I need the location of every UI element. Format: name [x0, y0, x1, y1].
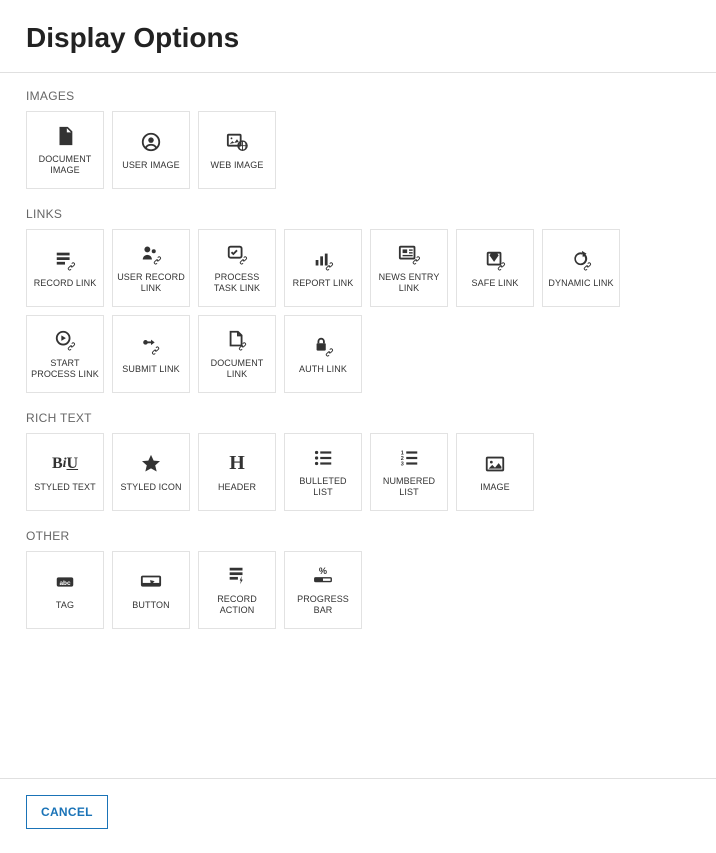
tile-document-link[interactable]: DOCUMENT LINK	[198, 315, 276, 393]
tile-document-image[interactable]: DOCUMENT IMAGE	[26, 111, 104, 189]
start-process-link-icon	[53, 328, 77, 352]
tile-submit-link[interactable]: SUBMIT LINK	[112, 315, 190, 393]
bulleted-list-icon	[311, 446, 335, 470]
tile-label: REPORT LINK	[293, 278, 354, 289]
news-entry-link-icon	[397, 242, 421, 266]
tile-label: STYLED TEXT	[34, 482, 95, 493]
tile-web-image[interactable]: WEB IMAGE	[198, 111, 276, 189]
section-header-links: LINKS	[26, 207, 690, 221]
web-image-icon	[225, 130, 249, 154]
dynamic-link-icon	[569, 248, 593, 272]
tile-row-other: abc TAG BUTTON RECORD ACTION %	[26, 551, 690, 629]
tile-label: SAFE LINK	[472, 278, 519, 289]
tile-styled-icon[interactable]: STYLED ICON	[112, 433, 190, 511]
section-header-other: OTHER	[26, 529, 690, 543]
section-other: OTHER abc TAG BUTTON RECORD ACTION	[26, 529, 690, 629]
tile-label: RECORD LINK	[34, 278, 97, 289]
user-record-link-icon	[139, 242, 163, 266]
document-image-icon	[53, 124, 77, 148]
content-area: IMAGES DOCUMENT IMAGE USER IMAGE WEB IMA…	[0, 73, 716, 778]
svg-text:abc: abc	[59, 579, 70, 586]
tile-record-link[interactable]: RECORD LINK	[26, 229, 104, 307]
header-icon: H	[225, 452, 249, 476]
tag-icon: abc	[53, 570, 77, 594]
tile-label: BULLETED LIST	[289, 476, 357, 498]
tile-label: USER RECORD LINK	[117, 272, 185, 294]
tile-styled-text[interactable]: BiU STYLED TEXT	[26, 433, 104, 511]
tile-label: RECORD ACTION	[203, 594, 271, 616]
tile-label: STYLED ICON	[120, 482, 181, 493]
tile-auth-link[interactable]: AUTH LINK	[284, 315, 362, 393]
auth-link-icon	[311, 334, 335, 358]
tile-label: WEB IMAGE	[211, 160, 264, 171]
record-action-icon	[225, 564, 249, 588]
dialog-header: Display Options	[0, 0, 716, 72]
tile-user-image[interactable]: USER IMAGE	[112, 111, 190, 189]
submit-link-icon	[139, 334, 163, 358]
tile-news-entry-link[interactable]: NEWS ENTRY LINK	[370, 229, 448, 307]
page-title: Display Options	[26, 22, 690, 54]
tile-label: BUTTON	[132, 600, 169, 611]
safe-link-icon	[483, 248, 507, 272]
tile-label: AUTH LINK	[299, 364, 347, 375]
svg-text:%: %	[319, 566, 327, 576]
section-header-images: IMAGES	[26, 89, 690, 103]
tile-label: START PROCESS LINK	[31, 358, 99, 380]
tile-image[interactable]: IMAGE	[456, 433, 534, 511]
tile-numbered-list[interactable]: 123 NUMBERED LIST	[370, 433, 448, 511]
section-header-richtext: RICH TEXT	[26, 411, 690, 425]
tile-header[interactable]: H HEADER	[198, 433, 276, 511]
tile-label: HEADER	[218, 482, 256, 493]
tile-user-record-link[interactable]: USER RECORD LINK	[112, 229, 190, 307]
tile-label: IMAGE	[480, 482, 510, 493]
user-image-icon	[139, 130, 163, 154]
tile-label: SUBMIT LINK	[122, 364, 179, 375]
tile-safe-link[interactable]: SAFE LINK	[456, 229, 534, 307]
dialog-footer: CANCEL	[0, 778, 716, 853]
report-link-icon	[311, 248, 335, 272]
tile-tag[interactable]: abc TAG	[26, 551, 104, 629]
button-icon	[139, 570, 163, 594]
tile-label: DOCUMENT LINK	[203, 358, 271, 380]
record-link-icon	[53, 248, 77, 272]
styled-text-icon: BiU	[53, 452, 77, 476]
tile-dynamic-link[interactable]: DYNAMIC LINK	[542, 229, 620, 307]
tile-row-images: DOCUMENT IMAGE USER IMAGE WEB IMAGE	[26, 111, 690, 189]
process-task-link-icon	[225, 242, 249, 266]
numbered-list-icon: 123	[397, 446, 421, 470]
section-images: IMAGES DOCUMENT IMAGE USER IMAGE WEB IMA…	[26, 89, 690, 189]
progress-bar-icon: %	[311, 564, 335, 588]
tile-label: DOCUMENT IMAGE	[31, 154, 99, 176]
tile-row-links: RECORD LINK USER RECORD LINK PROCESS TAS…	[26, 229, 690, 393]
tile-row-richtext: BiU STYLED TEXT STYLED ICON H HEADER BUL…	[26, 433, 690, 511]
document-link-icon	[225, 328, 249, 352]
tile-start-process-link[interactable]: START PROCESS LINK	[26, 315, 104, 393]
tile-label: TAG	[56, 600, 74, 611]
tile-label: USER IMAGE	[122, 160, 180, 171]
tile-label: NEWS ENTRY LINK	[375, 272, 443, 294]
tile-report-link[interactable]: REPORT LINK	[284, 229, 362, 307]
svg-text:3: 3	[401, 462, 404, 468]
tile-button[interactable]: BUTTON	[112, 551, 190, 629]
styled-icon-icon	[139, 452, 163, 476]
tile-progress-bar[interactable]: % PROGRESS BAR	[284, 551, 362, 629]
section-links: LINKS RECORD LINK USER RECORD LINK PROCE…	[26, 207, 690, 393]
image-icon	[483, 452, 507, 476]
tile-bulleted-list[interactable]: BULLETED LIST	[284, 433, 362, 511]
cancel-button[interactable]: CANCEL	[26, 795, 108, 829]
tile-label: DYNAMIC LINK	[548, 278, 613, 289]
section-richtext: RICH TEXT BiU STYLED TEXT STYLED ICON H …	[26, 411, 690, 511]
tile-label: NUMBERED LIST	[375, 476, 443, 498]
tile-label: PROGRESS BAR	[289, 594, 357, 616]
tile-process-task-link[interactable]: PROCESS TASK LINK	[198, 229, 276, 307]
tile-label: PROCESS TASK LINK	[203, 272, 271, 294]
tile-record-action[interactable]: RECORD ACTION	[198, 551, 276, 629]
